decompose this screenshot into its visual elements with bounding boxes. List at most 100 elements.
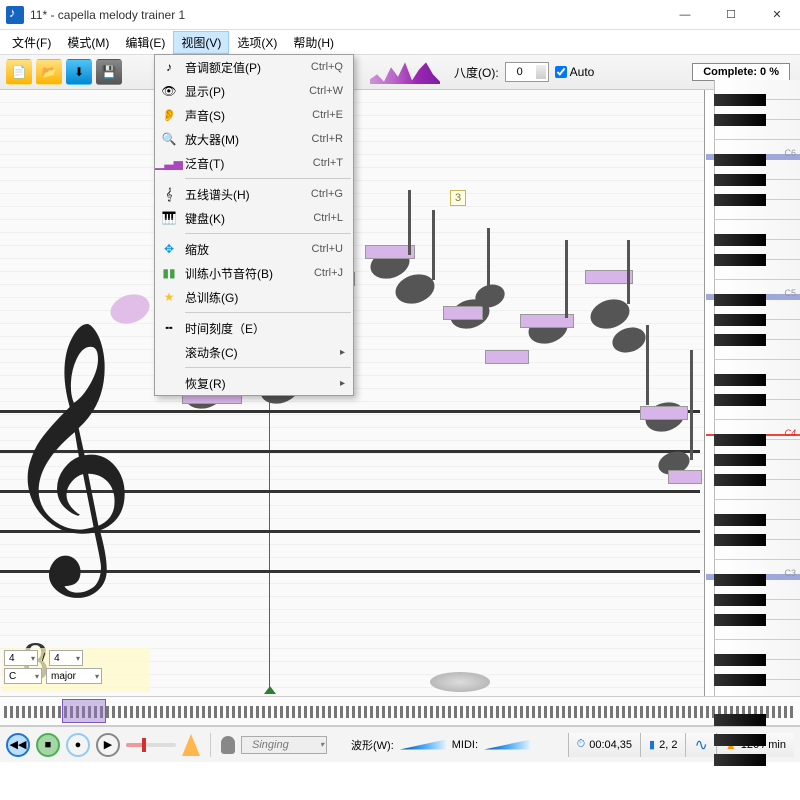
menu-keyboard[interactable]: 🎹键盘(K)Ctrl+L [155, 206, 353, 230]
overview-selection[interactable] [62, 699, 106, 723]
ear-icon: 👂 [155, 108, 183, 122]
key-label-c3: C3 [784, 568, 796, 578]
menu-total-train[interactable]: ★总训练(G) [155, 285, 353, 309]
black-key[interactable] [714, 374, 766, 386]
toolbar-new-icon[interactable]: 📄 [6, 59, 32, 85]
note-icon [107, 290, 154, 329]
signature-panel: 4 / 4 C major [2, 648, 150, 692]
menu-view[interactable]: 视图(V) [173, 31, 229, 54]
microphone-icon[interactable] [221, 736, 235, 754]
mode-select[interactable]: major [46, 668, 102, 684]
menu-voice[interactable]: 👂声音(S)Ctrl+E [155, 103, 353, 127]
black-key[interactable] [714, 574, 766, 586]
toolbar-spectrum-icon[interactable] [370, 60, 440, 84]
menu-train-notes[interactable]: ▮▮训练小节音符(B)Ctrl+J [155, 261, 353, 285]
battery-icon: ▮▮ [155, 266, 183, 280]
toolbar-import-icon[interactable]: ⬇ [66, 59, 92, 85]
key-label-c5: C5 [784, 288, 796, 298]
black-key[interactable] [714, 654, 766, 666]
key-label-c4: C4 [784, 428, 796, 438]
black-key[interactable] [714, 474, 766, 486]
stop-button[interactable]: ■ [36, 733, 60, 757]
menu-magnifier[interactable]: 🔍放大器(M)Ctrl+R [155, 127, 353, 151]
pitch-bar [585, 270, 633, 284]
auto-checkbox-input[interactable] [555, 66, 567, 78]
menu-restore[interactable]: 恢复(R) [155, 371, 353, 395]
clef-icon: 𝄞 [155, 187, 183, 202]
bars-icon: ▁▃▅ [155, 156, 183, 170]
close-button[interactable]: ✕ [754, 0, 800, 30]
metronome-icon[interactable] [182, 734, 200, 756]
black-key[interactable] [714, 534, 766, 546]
piano-keyboard[interactable]: /*placeholder*/ C6 C5 C4 C3 [704, 90, 800, 696]
menu-display[interactable]: 👁显示(P)Ctrl+W [155, 79, 353, 103]
black-key[interactable] [714, 514, 766, 526]
black-key[interactable] [714, 254, 766, 266]
minimize-button[interactable]: — [662, 0, 708, 30]
toolbar-save-icon[interactable]: 💾 [96, 59, 122, 85]
pitch-bar [485, 350, 529, 364]
ruler-icon: ╍ [155, 321, 183, 335]
timesig-num-select[interactable]: 4 [4, 650, 38, 666]
view-menu-dropdown[interactable]: ♪音调额定值(P)Ctrl+Q 👁显示(P)Ctrl+W 👂声音(S)Ctrl+… [154, 54, 354, 396]
menu-mode[interactable]: 模式(M) [59, 31, 117, 54]
black-key[interactable] [714, 294, 766, 306]
timesig-den-select[interactable]: 4 [49, 650, 83, 666]
black-key[interactable] [714, 174, 766, 186]
menu-timescale[interactable]: ╍时间刻度（E） [155, 316, 353, 340]
note-icon: ♪ [155, 60, 183, 74]
workspace[interactable]: 3 /*placeholder*/ C6 C5 C4 C3 𝄞 8 [0, 90, 800, 696]
black-key[interactable] [714, 454, 766, 466]
black-key[interactable] [714, 754, 766, 766]
measure-marker[interactable]: 3 [450, 190, 466, 206]
black-key[interactable] [714, 94, 766, 106]
black-key[interactable] [714, 734, 766, 746]
black-key[interactable] [714, 674, 766, 686]
key-select[interactable]: C [4, 668, 42, 684]
toolbar-open-icon[interactable]: 📂 [36, 59, 62, 85]
menu-zoom[interactable]: ✥缩放Ctrl+U [155, 237, 353, 261]
menu-file[interactable]: 文件(F) [4, 31, 59, 54]
menu-options[interactable]: 选项(X) [229, 31, 285, 54]
overview-strip[interactable] [0, 696, 800, 726]
title-bar: 11* - capella melody trainer 1 — ☐ ✕ [0, 0, 800, 30]
black-key[interactable] [714, 434, 766, 446]
overview-notes [4, 706, 796, 718]
key-label-c6: C6 [784, 148, 796, 158]
maximize-button[interactable]: ☐ [708, 0, 754, 30]
rewind-button[interactable]: ◀◀ [6, 733, 30, 757]
wave-label: 波形(W): [351, 737, 394, 753]
status-wave-icon: ∿ [685, 733, 715, 757]
black-key[interactable] [714, 334, 766, 346]
menu-help[interactable]: 帮助(H) [285, 31, 342, 54]
menu-edit[interactable]: 编辑(E) [117, 31, 173, 54]
black-key[interactable] [714, 614, 766, 626]
black-key[interactable] [714, 594, 766, 606]
play-button[interactable]: ▶ [96, 733, 120, 757]
window-title: 11* - capella melody trainer 1 [30, 8, 185, 22]
magnifier-icon: 🔍 [155, 132, 183, 146]
midi-meter[interactable] [484, 740, 530, 750]
menu-staff-head[interactable]: 𝄞五线谱头(H)Ctrl+G [155, 182, 353, 206]
black-key[interactable] [714, 194, 766, 206]
octave-spinner[interactable]: 0 [505, 62, 549, 82]
black-key[interactable] [714, 234, 766, 246]
menu-scrollbar[interactable]: 滚动条(C) [155, 340, 353, 364]
wave-meter[interactable] [400, 740, 446, 750]
black-key[interactable] [714, 114, 766, 126]
black-key[interactable] [714, 314, 766, 326]
black-key[interactable] [714, 154, 766, 166]
voice-select[interactable]: Singing [241, 736, 327, 754]
auto-checkbox[interactable]: Auto [555, 65, 595, 79]
pitch-bar [443, 306, 483, 320]
octave-label: 八度(O): [454, 64, 499, 81]
star-icon: ★ [155, 290, 183, 304]
record-button[interactable]: ● [66, 733, 90, 757]
black-key[interactable] [714, 394, 766, 406]
black-key[interactable] [714, 714, 766, 726]
position-slider[interactable] [126, 743, 176, 747]
keyboard-icon: 🎹 [155, 211, 183, 225]
scroll-thumb[interactable] [430, 672, 490, 692]
menu-pitch[interactable]: ♪音调额定值(P)Ctrl+Q [155, 55, 353, 79]
menu-overtones[interactable]: ▁▃▅泛音(T)Ctrl+T [155, 151, 353, 175]
